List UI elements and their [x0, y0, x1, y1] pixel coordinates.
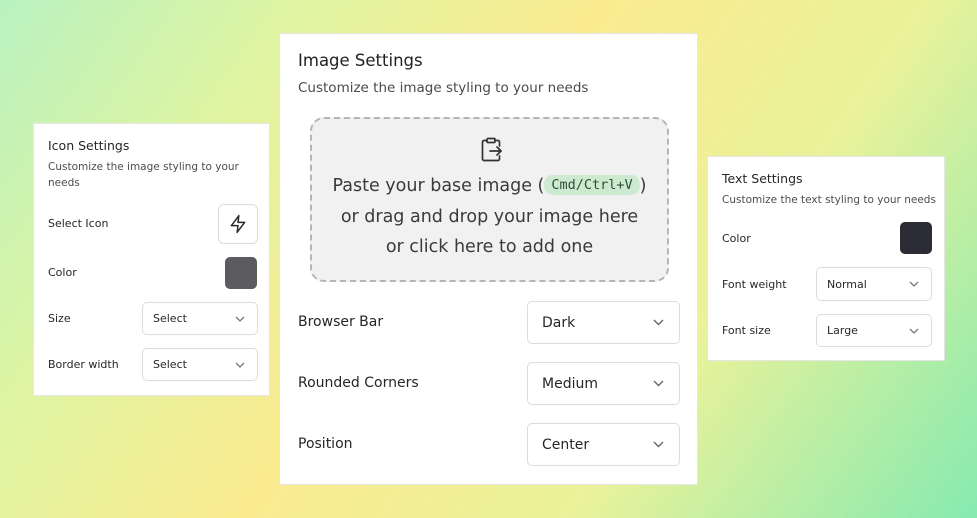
- position-select[interactable]: Center: [527, 423, 680, 466]
- font-size-select[interactable]: Large: [816, 314, 932, 347]
- text-color-swatch[interactable]: [900, 222, 932, 254]
- image-settings-subtitle: Customize the image styling to your need…: [298, 80, 589, 96]
- browser-bar-select[interactable]: Dark: [527, 301, 680, 344]
- chevron-down-icon: [907, 324, 921, 338]
- icon-color-label: Color: [48, 266, 77, 279]
- dropzone-line-1: Paste your base image (Cmd/Ctrl+V): [312, 175, 667, 196]
- font-weight-label: Font weight: [722, 278, 787, 291]
- dropzone-line-2: or drag and drop your image here: [340, 207, 639, 227]
- browser-bar-value: Dark: [542, 314, 576, 331]
- image-dropzone[interactable]: Paste your base image (Cmd/Ctrl+V) or dr…: [310, 117, 669, 282]
- rounded-corners-select[interactable]: Medium: [527, 362, 680, 405]
- font-weight-value: Normal: [827, 277, 867, 291]
- border-width-label: Border width: [48, 358, 119, 371]
- image-settings-title: Image Settings: [298, 51, 423, 70]
- chevron-down-icon: [907, 277, 921, 291]
- text-settings-subtitle: Customize the text styling to your needs: [722, 194, 936, 206]
- select-icon-button[interactable]: [218, 204, 258, 244]
- icon-settings-panel: Icon Settings Customize the image stylin…: [33, 123, 270, 396]
- text-settings-panel: Text Settings Customize the text styling…: [707, 156, 945, 361]
- icon-size-value: Select: [153, 312, 187, 325]
- dropzone-paren: ): [639, 176, 647, 196]
- select-icon-label: Select Icon: [48, 217, 109, 230]
- paste-shortcut-badge: Cmd/Ctrl+V: [544, 175, 640, 195]
- border-width-select[interactable]: Select: [142, 348, 258, 381]
- position-value: Center: [542, 436, 590, 453]
- lightning-bolt-icon: [230, 214, 246, 234]
- rounded-corners-label: Rounded Corners: [298, 375, 419, 391]
- icon-settings-subtitle: Customize the image styling to your need…: [48, 161, 239, 189]
- font-size-value: Large: [827, 324, 858, 337]
- chevron-down-icon: [233, 358, 247, 372]
- dropzone-paste-text: Paste your base image (: [332, 176, 545, 196]
- chevron-down-icon: [651, 438, 665, 452]
- icon-size-select[interactable]: Select: [142, 302, 258, 335]
- position-label: Position: [298, 436, 353, 452]
- icon-size-label: Size: [48, 312, 71, 325]
- text-color-label: Color: [722, 232, 751, 245]
- icon-color-swatch[interactable]: [225, 257, 257, 289]
- font-weight-select[interactable]: Normal: [816, 267, 932, 301]
- border-width-value: Select: [153, 358, 187, 371]
- icon-settings-title: Icon Settings: [48, 138, 130, 153]
- image-settings-panel: Image Settings Customize the image styli…: [279, 33, 698, 485]
- chevron-down-icon: [651, 377, 665, 391]
- clipboard-paste-icon: [481, 137, 502, 162]
- chevron-down-icon: [651, 316, 665, 330]
- dropzone-line-3: or click here to add one: [385, 237, 594, 257]
- browser-bar-label: Browser Bar: [298, 314, 384, 330]
- font-size-label: Font size: [722, 324, 771, 337]
- text-settings-title: Text Settings: [722, 171, 803, 186]
- chevron-down-icon: [233, 312, 247, 326]
- rounded-corners-value: Medium: [542, 375, 598, 392]
